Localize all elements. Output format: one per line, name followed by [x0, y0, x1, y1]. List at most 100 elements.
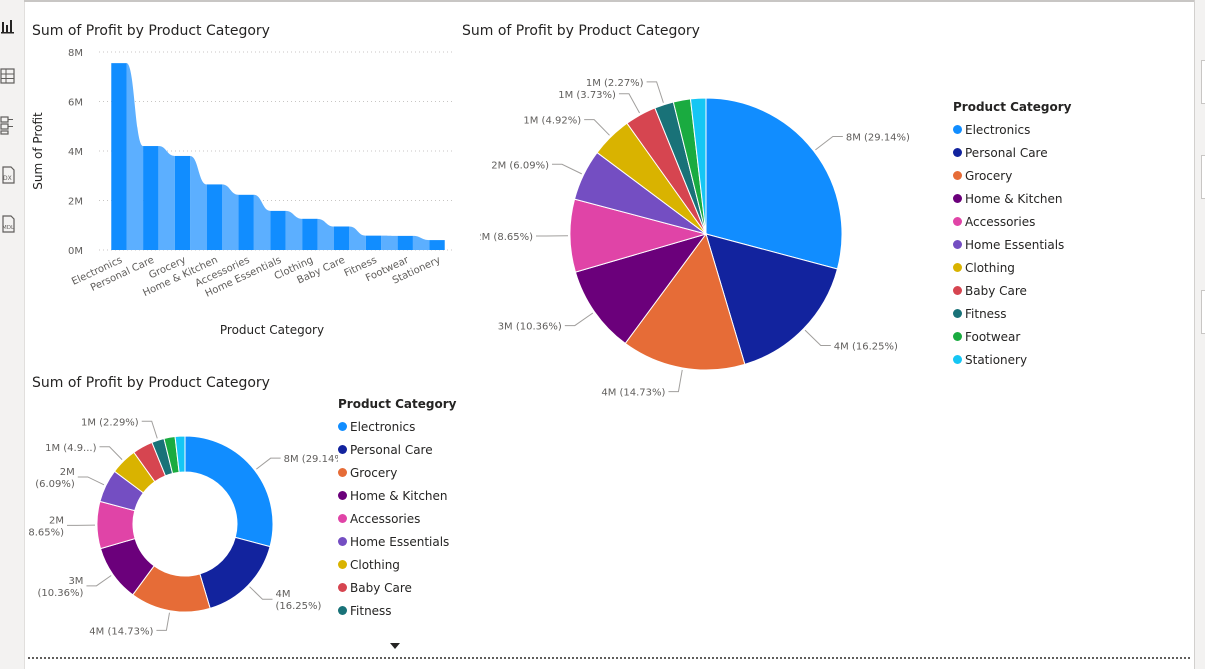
table-view-icon[interactable]: [0, 66, 16, 86]
legend-item[interactable]: Baby Care: [953, 279, 1071, 302]
model-view-icon[interactable]: [0, 115, 16, 135]
y-tick-label: 2M: [68, 197, 83, 208]
legend-label: Personal Care: [350, 442, 433, 457]
legend-item[interactable]: Stationery: [953, 348, 1071, 371]
legend-label: Clothing: [965, 260, 1015, 275]
legend-item[interactable]: Home & Kitchen: [953, 187, 1071, 210]
legend-item[interactable]: Home Essentials: [338, 530, 456, 553]
legend-item[interactable]: Clothing: [953, 256, 1071, 279]
legend-item[interactable]: Fitness: [338, 599, 456, 622]
legend-color-dot: [338, 583, 347, 592]
ribbon-connector: [222, 184, 239, 250]
legend-item[interactable]: Clothing: [338, 553, 456, 576]
legend-item[interactable]: Personal Care: [953, 141, 1071, 164]
legend-label: Personal Care: [965, 145, 1048, 160]
leader-line: [256, 457, 281, 470]
bar-clothing: [302, 218, 318, 250]
legend-item[interactable]: Fitness: [953, 302, 1071, 325]
legend-label: Footwear: [965, 329, 1021, 344]
data-pane-tab[interactable]: [1201, 290, 1205, 334]
legend-color-dot: [338, 514, 347, 523]
y-tick-label: 0M: [68, 246, 83, 257]
slice-data-label: 2M (8.65%): [480, 232, 533, 243]
bar-fitness: [365, 235, 382, 250]
y-tick-label: 6M: [68, 98, 83, 109]
legend-item[interactable]: Home Essentials: [953, 233, 1071, 256]
legend-label: Accessories: [350, 511, 421, 526]
legend-item[interactable]: Accessories: [338, 507, 456, 530]
ribbon-connector: [190, 155, 207, 250]
legend-color-dot: [953, 240, 962, 249]
leader-line: [156, 612, 170, 631]
leader-line: [646, 81, 664, 103]
ribbon-connector: [253, 194, 271, 250]
profit-bar-chart[interactable]: 0M2M4M6M8MElectronicsPersonal CareGrocer…: [28, 40, 458, 350]
slice-data-label: 3M: [68, 576, 83, 587]
bar-baby-care: [334, 226, 350, 250]
legend-label: Baby Care: [965, 283, 1027, 298]
legend-item[interactable]: Personal Care: [338, 438, 456, 461]
slice-data-label: 1M (3.73%): [558, 90, 616, 101]
legend-item[interactable]: Footwear: [953, 325, 1071, 348]
legend-label: Home Essentials: [965, 237, 1065, 252]
leader-line: [804, 329, 831, 346]
legend-item[interactable]: Accessories: [953, 210, 1071, 233]
ribbon-connector: [381, 235, 398, 250]
tmdl-view-icon[interactable]: MDL: [0, 214, 16, 234]
slice-data-label: 2M (6.09%): [491, 160, 549, 171]
legend-label: Electronics: [350, 419, 416, 434]
ribbon-connector: [126, 63, 144, 251]
slice-data-label: 8M (29.14%): [846, 132, 910, 143]
slice-data-label: 8M (29.14%): [284, 454, 338, 465]
legend-item[interactable]: Baby Care: [338, 576, 456, 599]
legend-color-dot: [953, 286, 962, 295]
ribbon-connector: [285, 210, 303, 250]
canvas-top-border: [24, 0, 1194, 2]
visualizations-pane-tab[interactable]: [1201, 155, 1205, 199]
profit-pie-chart[interactable]: 8M (29.14%) 4M (16.25%) 4M (14.73%) 3M (10.…: [480, 62, 930, 402]
leader-line: [99, 446, 123, 460]
profit-donut-chart[interactable]: 8M (29.14%) 4M(16.25%) 4M (14.73%) 3M(10.36…: [28, 415, 338, 640]
filters-pane-tab[interactable]: [1201, 60, 1205, 104]
legend-item[interactable]: Grocery: [338, 461, 456, 484]
legend-item[interactable]: Home & Kitchen: [338, 484, 456, 507]
slice-data-label: 3M (10.36%): [498, 322, 562, 333]
legend-color-dot: [338, 491, 347, 500]
bar-chart-title: Sum of Profit by Product Category: [32, 23, 270, 39]
legend-color-dot: [953, 125, 962, 134]
legend-label: Fitness: [350, 603, 392, 618]
slice-data-label: 1M (2.29%): [81, 417, 139, 428]
ribbon-connector: [349, 226, 366, 250]
slice-data-label: 4M: [275, 589, 290, 600]
legend-item[interactable]: Electronics: [953, 118, 1071, 141]
ribbon-connector: [158, 146, 175, 250]
leader-line: [668, 369, 683, 393]
legend-label: Clothing: [350, 557, 400, 572]
y-tick-label: 4M: [68, 147, 83, 158]
legend-item[interactable]: Grocery: [953, 164, 1071, 187]
bar-personal-care: [143, 146, 159, 250]
legend-scroll-down-icon[interactable]: [390, 643, 400, 649]
y-axis-title: Sum of Profit: [31, 112, 45, 190]
legend-item[interactable]: Electronics: [338, 415, 456, 438]
ribbon-connector: [412, 235, 430, 250]
legend-color-dot: [953, 263, 962, 272]
legend-color-dot: [953, 355, 962, 364]
leader-line: [618, 93, 640, 114]
leader-line: [551, 163, 583, 175]
left-view-rail: DX MDL: [0, 0, 25, 669]
bar-accessories: [238, 194, 254, 250]
leader-line: [77, 476, 105, 486]
bar-home-essentials: [270, 210, 286, 250]
bar-grocery: [174, 155, 191, 250]
legend-color-dot: [953, 217, 962, 226]
slice-data-label: (10.36%): [38, 588, 84, 599]
pie-chart-title: Sum of Profit by Product Category: [462, 23, 700, 39]
dax-query-icon[interactable]: DX: [0, 165, 16, 185]
report-view-icon[interactable]: [0, 18, 16, 38]
legend-color-dot: [953, 171, 962, 180]
legend-label: Stationery: [965, 352, 1028, 367]
legend-label: Home & Kitchen: [965, 191, 1063, 206]
legend-color-dot: [338, 422, 347, 431]
leader-line: [564, 312, 594, 327]
